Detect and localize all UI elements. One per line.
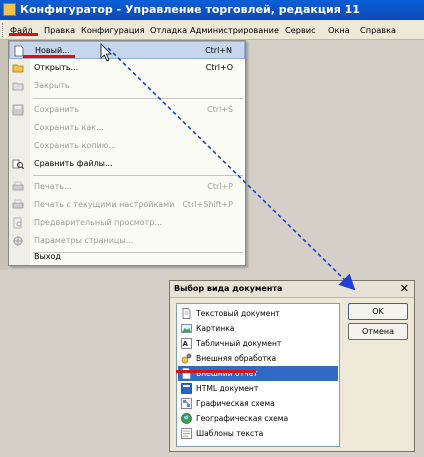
dialog-titlebar: Выбор вида документа ✕	[170, 281, 414, 298]
app-icon	[3, 3, 16, 16]
annotation-underline-new	[23, 55, 75, 58]
html-document-icon	[181, 383, 192, 394]
geographic-scheme-icon	[181, 413, 192, 424]
document-type-dialog: Выбор вида документа ✕ Текстовый докумен…	[169, 280, 415, 452]
menu-item-save-as[interactable]: Сохранить как...	[9, 119, 245, 137]
list-item-label: HTML документ	[196, 384, 259, 393]
menu-item-print-current[interactable]: Печать с текущими настройками Ctrl+Shift…	[9, 196, 245, 214]
annotation-underline-file	[9, 33, 38, 36]
menu-item-save-copy[interactable]: Сохранить копию...	[9, 137, 245, 155]
menu-debug[interactable]: Отладка	[150, 23, 187, 37]
menu-item-shortcut: Ctrl+P	[207, 182, 233, 191]
document-type-list[interactable]: Текстовый документ Картинка A Табличный …	[176, 303, 340, 447]
menu-item-shortcut: Ctrl+Shift+P	[182, 200, 233, 209]
menu-item-label: Предварительный просмотр...	[34, 218, 163, 227]
list-item-label: Графическая схема	[196, 399, 275, 408]
cancel-button[interactable]: Отмена	[348, 323, 408, 340]
menu-item-print[interactable]: Печать... Ctrl+P	[9, 178, 245, 196]
menu-item-close[interactable]: Закрыть	[9, 77, 245, 95]
menu-item-label: Печать...	[34, 182, 72, 191]
print-preview-icon	[13, 217, 22, 229]
menu-item-label: Открыть...	[34, 63, 79, 72]
menu-item-exit[interactable]: Выход	[9, 248, 245, 266]
menu-item-save[interactable]: Сохранить Ctrl+S	[9, 101, 245, 119]
ok-button[interactable]: OK	[348, 303, 408, 320]
compare-files-icon	[12, 159, 24, 170]
menu-item-shortcut: Ctrl+N	[205, 46, 232, 55]
file-menu-dropdown: Новый... Ctrl+N Открыть... Ctrl+O Закрыт…	[8, 40, 246, 266]
menu-edit[interactable]: Правка	[44, 23, 75, 37]
text-templates-icon	[181, 428, 192, 439]
menu-item-label: Сохранить как...	[34, 123, 104, 132]
menu-item-label: Закрыть	[34, 81, 70, 90]
printer-icon	[12, 181, 24, 191]
list-item[interactable]: HTML документ	[178, 381, 338, 396]
menu-item-open[interactable]: Открыть... Ctrl+O	[9, 59, 245, 77]
graphic-scheme-icon	[181, 398, 192, 409]
menu-configuration[interactable]: Конфигурация	[81, 23, 145, 37]
menu-item-label: Выход	[34, 252, 61, 261]
dialog-title: Выбор вида документа	[174, 284, 283, 293]
list-item-label: Внешняя обработка	[196, 354, 277, 363]
menubar: Файл Правка Конфигурация Отладка Админис…	[0, 20, 424, 40]
menu-item-label: Сохранить копию...	[34, 141, 117, 150]
list-item[interactable]: Географическая схема	[178, 411, 338, 426]
picture-icon	[181, 324, 192, 333]
list-item[interactable]: A Табличный документ	[178, 336, 338, 351]
menu-separator	[33, 175, 243, 176]
spreadsheet-icon: A	[181, 338, 192, 349]
close-document-icon	[12, 82, 24, 91]
list-item-label: Географическая схема	[196, 414, 289, 423]
text-document-icon	[182, 308, 191, 319]
list-item-label: Шаблоны текста	[196, 429, 264, 438]
menu-item-print-preview[interactable]: Предварительный просмотр...	[9, 214, 245, 232]
menu-help[interactable]: Справка	[360, 23, 396, 37]
toolbar-strip	[0, 40, 8, 270]
menu-separator	[33, 98, 243, 99]
menu-item-label: Параметры страницы...	[34, 236, 134, 245]
list-item[interactable]: Текстовый документ	[178, 306, 338, 321]
menu-item-label: Печать с текущими настройками	[34, 200, 175, 209]
save-icon	[12, 104, 24, 116]
window-titlebar: Конфигуратор - Управление торговлей, ред…	[0, 0, 424, 20]
menu-item-label: Сохранить	[34, 105, 79, 114]
list-item-label: Табличный документ	[196, 339, 282, 348]
quick-print-icon	[12, 199, 24, 209]
svg-text:A: A	[183, 340, 189, 348]
menu-item-compare-files[interactable]: Сравнить файлы...	[9, 155, 245, 173]
list-item[interactable]: Внешняя обработка	[178, 351, 338, 366]
window-title: Конфигуратор - Управление торговлей, ред…	[20, 3, 360, 16]
menu-windows[interactable]: Окна	[328, 23, 350, 37]
menu-item-label: Сравнить файлы...	[34, 159, 113, 168]
annotation-underline-external-report	[176, 370, 256, 373]
menubar-grip[interactable]	[2, 23, 5, 37]
page-setup-icon	[13, 236, 23, 246]
list-item[interactable]: Шаблоны текста	[178, 426, 338, 441]
list-item-selected[interactable]: Внешний отчет	[178, 366, 338, 381]
list-item[interactable]: Графическая схема	[178, 396, 338, 411]
menu-item-shortcut: Ctrl+S	[206, 105, 233, 114]
open-folder-icon	[12, 64, 24, 73]
external-processing-icon	[181, 353, 192, 364]
menu-service[interactable]: Сервис	[285, 23, 316, 37]
close-icon[interactable]: ✕	[400, 282, 409, 296]
menu-item-shortcut: Ctrl+O	[205, 63, 233, 72]
list-item[interactable]: Картинка	[178, 321, 338, 336]
list-item-label: Текстовый документ	[196, 309, 280, 318]
menu-administration[interactable]: Администрирование	[190, 23, 279, 37]
list-item-label: Картинка	[196, 324, 235, 333]
